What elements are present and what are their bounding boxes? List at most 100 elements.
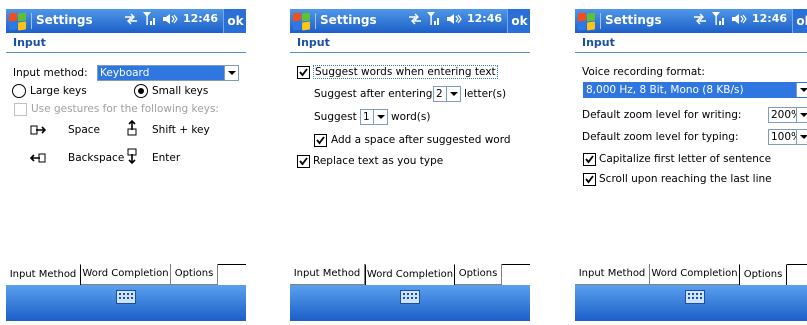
chevron-down-icon[interactable] — [796, 83, 807, 97]
tab-word-completion[interactable]: Word Completion — [81, 264, 171, 285]
suggest-after-suffix: letter(s) — [464, 88, 507, 100]
add-space-label[interactable]: Add a space after suggested word — [331, 134, 511, 146]
ok-button[interactable]: ok — [223, 9, 246, 33]
tab-input-method[interactable]: Input Method — [290, 264, 365, 285]
tab-word-completion[interactable]: Word Completion — [365, 264, 455, 285]
replace-text-label[interactable]: Replace text as you type — [313, 155, 443, 167]
word-completion-panel: Suggest words when entering text Suggest… — [290, 54, 530, 264]
keyboard-icon[interactable] — [400, 290, 420, 304]
capitalize-label[interactable]: Capitalize first letter of sentence — [599, 153, 771, 165]
page-header: Input — [6, 34, 246, 53]
status-area: 12:46 — [408, 12, 502, 25]
suggest-after-value: 2 — [436, 88, 443, 100]
signal-icon[interactable] — [143, 12, 157, 25]
chevron-down-icon[interactable] — [796, 108, 807, 122]
page-title: Input — [582, 36, 615, 49]
zoom-writing-label: Default zoom level for writing: — [582, 109, 742, 121]
status-time[interactable]: 12:46 — [752, 12, 787, 25]
window-title: Settings — [605, 13, 662, 27]
windows-start-icon[interactable] — [577, 11, 597, 31]
status-time[interactable]: 12:46 — [183, 12, 218, 25]
suggest-after-select[interactable]: 2 — [433, 86, 461, 102]
large-keys-radio[interactable] — [12, 84, 26, 98]
input-method-value: Keyboard — [98, 66, 224, 80]
capitalize-checkbox[interactable] — [583, 153, 596, 166]
check-icon — [299, 157, 308, 166]
check-icon — [585, 155, 594, 164]
title-bar: Settings 12:46 ok — [290, 9, 530, 33]
input-method-select[interactable]: Keyboard — [97, 65, 239, 81]
connectivity-icon[interactable] — [408, 13, 422, 25]
title-separator — [600, 13, 601, 29]
page-header: Input — [290, 34, 530, 53]
tab-strip: Input Method Word Completion Options — [6, 264, 246, 286]
suggest-words-checkbox[interactable] — [297, 66, 310, 79]
zoom-typing-label: Default zoom level for typing: — [582, 131, 739, 143]
gestures-label: Use gestures for the following keys: — [31, 103, 219, 115]
radio-selected-dot — [138, 88, 144, 94]
suggest-count-select[interactable]: 1 — [360, 109, 388, 125]
title-bar: Settings 12:46 ok — [6, 9, 246, 33]
replace-text-checkbox[interactable] — [297, 155, 310, 168]
small-keys-radio[interactable] — [134, 84, 148, 98]
speaker-icon[interactable] — [731, 13, 747, 25]
check-icon — [299, 68, 308, 77]
tab-input-method[interactable]: Input Method — [575, 264, 650, 285]
chevron-down-icon[interactable] — [373, 110, 387, 124]
gestures-checkbox[interactable] — [14, 103, 27, 116]
title-bar: Settings 12:46 ok — [575, 9, 807, 33]
small-keys-label[interactable]: Small keys — [152, 85, 208, 97]
windows-start-icon[interactable] — [8, 11, 28, 31]
tab-strip: Input Method Word Completion Options — [575, 264, 807, 286]
large-keys-label[interactable]: Large keys — [30, 85, 87, 97]
windows-start-icon[interactable] — [292, 11, 312, 31]
chevron-down-icon[interactable] — [224, 66, 238, 80]
backspace-gesture-icon — [30, 153, 46, 163]
shift-key-label: Shift + key — [152, 124, 210, 136]
suggest-words-label[interactable]: Suggest words when entering text — [313, 65, 498, 79]
connectivity-icon[interactable] — [693, 13, 707, 25]
zoom-typing-select[interactable]: 100% — [768, 129, 807, 145]
menu-bar — [6, 285, 246, 321]
status-time[interactable]: 12:46 — [467, 12, 502, 25]
keyboard-icon[interactable] — [116, 290, 136, 304]
zoom-writing-select[interactable]: 200% — [768, 107, 807, 123]
suggest-suffix: word(s) — [391, 111, 431, 123]
window-title: Settings — [320, 13, 377, 27]
menu-bar — [290, 285, 530, 321]
status-area: 12:46 — [124, 12, 218, 25]
tab-input-method[interactable]: Input Method — [6, 264, 81, 285]
speaker-icon[interactable] — [162, 13, 178, 25]
tab-word-completion[interactable]: Word Completion — [650, 264, 740, 285]
space-label: Space — [68, 124, 100, 136]
tab-options[interactable]: Options — [171, 264, 218, 285]
connectivity-icon[interactable] — [124, 13, 138, 25]
keyboard-icon[interactable] — [685, 290, 705, 304]
signal-icon[interactable] — [427, 12, 441, 25]
signal-icon[interactable] — [712, 12, 726, 25]
chevron-down-icon[interactable] — [796, 130, 807, 144]
window-title: Settings — [36, 13, 93, 27]
ok-button[interactable]: ok — [792, 9, 807, 33]
scroll-checkbox[interactable] — [583, 173, 596, 186]
voice-format-value: 8,000 Hz, 8 Bit, Mono (8 KB/s) — [584, 83, 796, 97]
page-title: Input — [297, 36, 330, 49]
shift-gesture-icon — [127, 120, 137, 136]
add-space-checkbox[interactable] — [314, 134, 327, 147]
speaker-icon[interactable] — [446, 13, 462, 25]
ok-button[interactable]: ok — [507, 9, 530, 33]
suggest-count-value: 1 — [363, 111, 370, 123]
tab-options[interactable]: Options — [739, 264, 787, 285]
page-title: Input — [13, 36, 46, 49]
tab-strip: Input Method Word Completion Options — [290, 264, 530, 286]
chevron-down-icon[interactable] — [446, 87, 460, 101]
scroll-label[interactable]: Scroll upon reaching the last line — [599, 173, 772, 185]
backspace-label: Backspace — [68, 152, 125, 164]
status-area: 12:46 — [693, 12, 787, 25]
voice-format-select[interactable]: 8,000 Hz, 8 Bit, Mono (8 KB/s) — [583, 82, 807, 98]
tab-options[interactable]: Options — [455, 264, 502, 285]
title-separator — [31, 13, 32, 29]
check-icon — [585, 175, 594, 184]
check-icon — [316, 136, 325, 145]
suggest-after-prefix: Suggest after entering — [314, 88, 433, 100]
